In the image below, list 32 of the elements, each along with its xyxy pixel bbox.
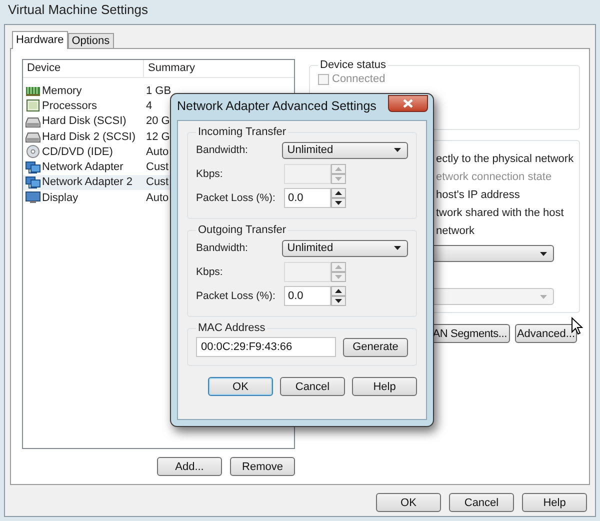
dialog-title: Network Adapter Advanced Settings bbox=[177, 99, 376, 113]
field-label: Kbps: bbox=[196, 266, 224, 278]
field-label: Bandwidth: bbox=[196, 144, 249, 156]
group-title: Device status bbox=[319, 59, 388, 71]
checkbox-label: Connected bbox=[332, 73, 386, 85]
device-name: Hard Disk 2 (SCSI) bbox=[42, 130, 136, 143]
group-title: MAC Address bbox=[197, 322, 266, 334]
device-summary: 20 G bbox=[145, 115, 170, 128]
device-summary: 4 bbox=[145, 100, 152, 112]
option-label: network bbox=[436, 224, 476, 239]
device-name: Display bbox=[42, 192, 78, 204]
option-label: host's IP address bbox=[436, 188, 521, 203]
device-summary: Cust bbox=[145, 161, 169, 174]
window-title: Virtual Machine Settings bbox=[8, 1, 148, 19]
device-summary: Auto bbox=[145, 192, 169, 204]
field-label: Packet Loss (%): bbox=[196, 290, 276, 302]
field-label: Bandwidth: bbox=[196, 242, 249, 254]
device-name: Network Adapter 2 bbox=[42, 176, 132, 188]
device-name: Processors bbox=[42, 100, 98, 112]
group-title: Incoming Transfer bbox=[197, 126, 288, 138]
device-summary: Auto bbox=[145, 146, 169, 158]
device-summary: 1 GB bbox=[145, 84, 172, 97]
device-summary: 12 G bbox=[145, 130, 170, 143]
device-name: Hard Disk (SCSI) bbox=[42, 115, 126, 128]
field-label: Packet Loss (%): bbox=[196, 192, 276, 204]
device-name: Memory bbox=[42, 84, 82, 97]
group-title: Outgoing Transfer bbox=[197, 224, 288, 236]
device-name: CD/DVD (IDE) bbox=[42, 146, 113, 158]
option-label: twork shared with the host bbox=[436, 206, 565, 221]
option-label: ectly to the physical network bbox=[436, 152, 571, 167]
device-summary: Cust bbox=[145, 176, 169, 188]
device-name: Network Adapter bbox=[42, 161, 124, 174]
